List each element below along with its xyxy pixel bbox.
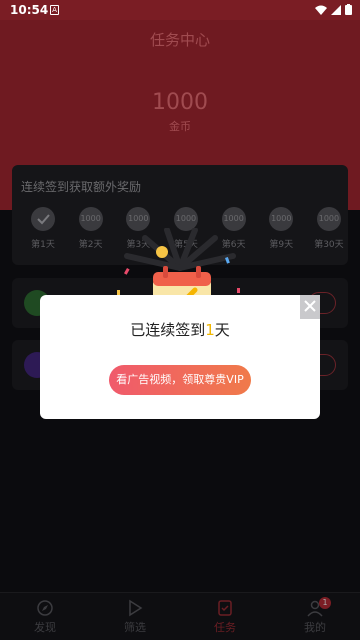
coin-reward: 1000 xyxy=(78,207,103,231)
checkin-streak-days: 1 xyxy=(205,321,215,339)
checkin-day-label: 第9天 xyxy=(269,240,294,250)
nav-label: 发现 xyxy=(34,621,56,634)
checkin-day-label: 第2天 xyxy=(78,240,103,250)
signal-icon xyxy=(331,4,341,15)
coin-reward: 1000 xyxy=(269,207,294,231)
checkin-day-label: 第30天 xyxy=(314,240,344,250)
checkin-day: 1000 第30天 xyxy=(312,207,346,250)
compass-icon xyxy=(37,600,53,616)
page-title: 任务中心 xyxy=(149,31,210,49)
app-notification-icon: A xyxy=(50,5,59,15)
battery-icon xyxy=(345,4,352,15)
sparkle-rays-icon xyxy=(124,228,236,271)
close-button[interactable] xyxy=(300,295,320,319)
nav-label: 任务 xyxy=(214,621,236,634)
nav-item-filter[interactable]: 筛选 xyxy=(105,593,165,640)
checkin-message-prefix: 已连续签到 xyxy=(130,321,206,339)
checkin-message: 已连续签到1天 xyxy=(40,319,320,340)
coin-icon xyxy=(156,246,168,258)
system-icons xyxy=(315,4,352,15)
checkin-day: 1000 第2天 xyxy=(74,207,108,250)
status-bar: 10:54 A xyxy=(0,0,360,20)
checkin-success-dialog: 已连续签到1天 看广告视频，领取尊贵VIP xyxy=(40,295,320,419)
notification-badge: 1 xyxy=(319,597,331,609)
task-center-screen: 10:54 A 任务中心 1000 金币 连续签到获取额外奖励 第1天 1000… xyxy=(0,0,360,640)
coin-reward: 1000 xyxy=(316,207,341,231)
checkin-day: 1000 第9天 xyxy=(264,207,298,250)
nav-label: 筛选 xyxy=(124,621,146,634)
watch-ad-vip-button[interactable]: 看广告视频，领取尊贵VIP xyxy=(109,365,251,395)
coin-balance-label: 金币 xyxy=(169,120,191,133)
close-icon xyxy=(304,300,316,312)
nav-item-discover[interactable]: 发现 xyxy=(15,593,75,640)
bottom-nav: 发现 筛选 任务 1 我的 xyxy=(0,592,360,640)
check-icon xyxy=(31,207,55,231)
task-icon xyxy=(218,600,232,616)
checkin-title: 连续签到获取额外奖励 xyxy=(21,180,142,194)
checkin-day-label: 第1天 xyxy=(31,240,55,250)
nav-label: 我的 xyxy=(304,621,326,634)
wifi-icon xyxy=(315,5,327,15)
play-icon xyxy=(129,599,143,617)
nav-item-profile[interactable]: 1 我的 xyxy=(285,593,345,640)
status-time: 10:54 xyxy=(10,3,49,17)
checkin-day: 第1天 xyxy=(26,207,60,250)
checkin-message-suffix: 天 xyxy=(214,321,230,339)
nav-item-tasks[interactable]: 任务 xyxy=(195,593,255,640)
coin-balance: 1000 xyxy=(152,90,208,115)
